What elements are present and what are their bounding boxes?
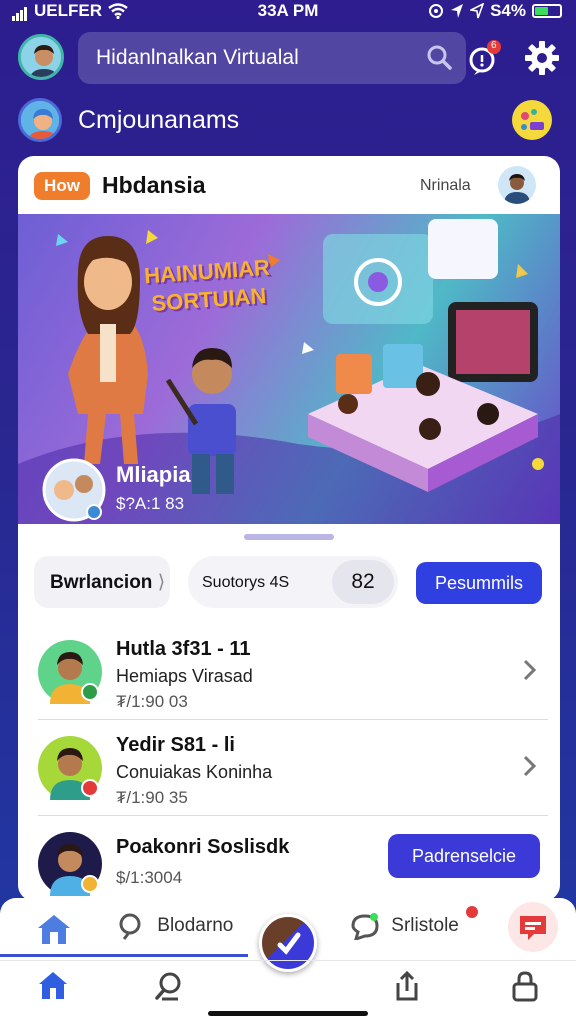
search-placeholder: Hidanlnalkan Virtualal: [96, 46, 299, 69]
home-icon: [39, 972, 67, 999]
primary-button[interactable]: Pesummils: [416, 562, 542, 604]
home-icon: [38, 915, 70, 944]
item-title: Hutla 3f31 - 11: [116, 638, 251, 660]
tab-explore[interactable]: Blodarno: [118, 912, 233, 948]
battery-percent: S4%: [490, 1, 526, 20]
hero-illustration: [18, 219, 560, 524]
stories-label: Suotorys 4S: [202, 574, 290, 591]
item-meta: $/1:3004: [116, 868, 183, 887]
gear-icon: [525, 41, 559, 75]
location-icon: [429, 4, 444, 18]
card-subtitle: Nrinala: [420, 177, 471, 194]
search-icon: [155, 972, 181, 1001]
search-icon[interactable]: [426, 44, 452, 70]
navigation-icon: [451, 4, 464, 18]
hero-title: HAINUMIAR SORTUIAN: [143, 254, 271, 316]
message-button[interactable]: [508, 902, 558, 952]
card-title: Hbdansia: [102, 172, 206, 198]
avatar: [38, 640, 102, 704]
item-meta: ₮/1:90 35: [116, 788, 188, 807]
chevron-right-icon[interactable]: [522, 658, 538, 682]
card-header: How Hbdansia Nrinala: [18, 156, 560, 214]
list-item[interactable]: Yedir S81 - li Conuiakas Koninha ₮/1:90 …: [18, 720, 560, 816]
status-bar: UELFER 33A PM S4%: [0, 0, 576, 24]
tab-badge: [464, 904, 480, 920]
top-header: Hidanlnalkan Virtualal 6: [18, 32, 559, 86]
lock-icon: [512, 971, 538, 1002]
list-item[interactable]: Poakonri Soslisdk $/1:3004 Padrenselcie: [18, 816, 560, 901]
welcome-title: Cmjounanams: [78, 106, 240, 134]
main-card: How Hbdansia Nrinala HAINUMIAR SORTUIAN …: [18, 156, 560, 901]
chat-bell-icon: [469, 40, 501, 75]
list-item[interactable]: Hutla 3f31 - 11 Hemiaps Virasad ₮/1:90 0…: [18, 624, 560, 720]
card-avatar[interactable]: [498, 166, 536, 204]
nav-lock[interactable]: [508, 969, 544, 1005]
battery-icon: [532, 4, 562, 18]
chevron-right-icon[interactable]: [522, 754, 538, 778]
item-subtitle: Conuiakas Koninha: [116, 762, 273, 782]
hero-banner[interactable]: HAINUMIAR SORTUIAN Mliapia $?A:1 83: [18, 214, 560, 524]
tab-explore-label: Blodarno: [157, 915, 234, 936]
welcome-row: Cmjounanams: [18, 98, 558, 142]
stories-pill[interactable]: Suotorys 4S 82: [188, 556, 398, 608]
item-title: Poakonri Soslisdk: [116, 836, 290, 858]
bottom-nav: [0, 960, 576, 1010]
profile-avatar[interactable]: [18, 34, 64, 80]
nav-share[interactable]: [390, 969, 426, 1005]
user-avatar[interactable]: [18, 98, 62, 142]
settings-button[interactable]: [522, 38, 562, 78]
hero-value: $?A:1 83: [116, 494, 185, 513]
palette-icon: [521, 109, 544, 130]
row-action-button[interactable]: Padrenselcie: [388, 834, 540, 878]
tab-indicator: [0, 954, 248, 957]
item-subtitle: Hemiaps Virasad: [116, 666, 253, 686]
tab-home[interactable]: [34, 912, 74, 948]
chevron-right-icon: ⟩: [157, 572, 166, 593]
share-icon: [396, 970, 418, 1001]
signal-arrow-icon: [470, 3, 485, 19]
home-indicator: [208, 1011, 368, 1016]
item-meta: ₮/1:90 03: [116, 692, 188, 711]
tab-stories[interactable]: Srlistole: [350, 904, 480, 948]
notification-badge: 6: [491, 40, 497, 51]
message-icon: [520, 916, 546, 940]
search-icon: [119, 913, 141, 940]
item-title: Yedir S81 - li: [116, 734, 235, 756]
stories-value: 82: [332, 560, 394, 604]
how-badge[interactable]: How: [34, 172, 90, 200]
chat-icon: [351, 913, 379, 942]
controls-row: Bwrlancion ⟩ Suotorys 4S 82 Pesummils: [34, 556, 546, 612]
nav-search[interactable]: [152, 969, 188, 1005]
palette-button[interactable]: [512, 100, 552, 140]
balance-pill[interactable]: Bwrlancion ⟩: [34, 556, 170, 608]
notification-button[interactable]: 6: [464, 38, 504, 78]
bottom-sheet: Blodarno Srlistole: [0, 898, 576, 1024]
avatar: [38, 736, 102, 800]
hero-label: Mliapia: [116, 462, 191, 487]
drag-handle[interactable]: [244, 534, 334, 540]
nav-home[interactable]: [36, 969, 72, 1005]
balance-label: Bwrlancion: [50, 572, 153, 593]
search-input[interactable]: Hidanlnalkan Virtualal: [78, 32, 466, 84]
tab-stories-label: Srlistole: [391, 915, 459, 936]
avatar: [38, 832, 102, 896]
